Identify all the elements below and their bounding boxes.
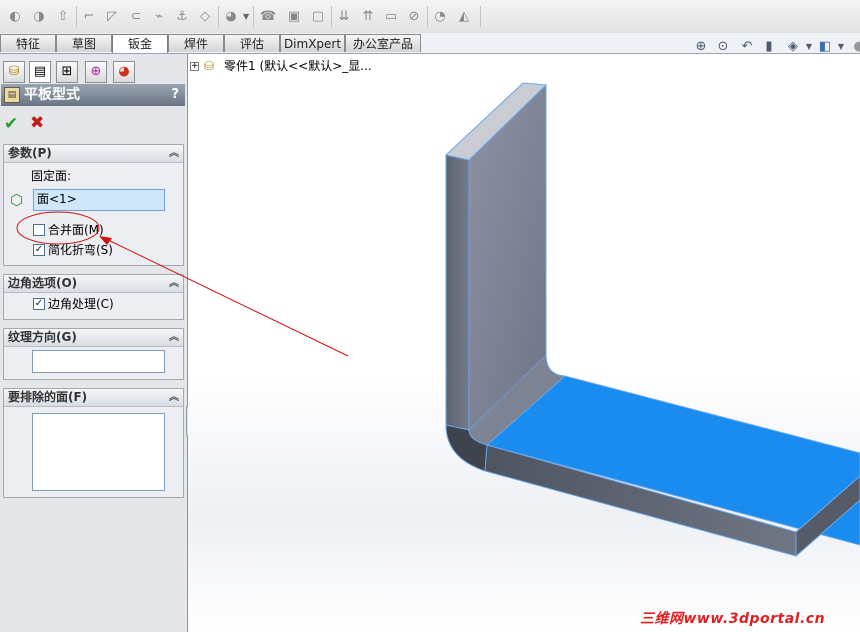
group-title: 边角选项(O)	[8, 276, 78, 290]
part-icon: ⛁	[204, 59, 215, 73]
toolbar-separator	[331, 6, 332, 27]
convert-icon[interactable]: ◭	[455, 8, 473, 25]
parameters-group: 参数(P) ︽ 固定面: ⬡ 面<1> 合并面(M) ✓ 简化折弯(S)	[3, 144, 184, 266]
chevron-down-icon[interactable]: ▼	[832, 38, 850, 56]
faces-to-exclude-list[interactable]	[32, 413, 165, 491]
no-bends-icon[interactable]: ▢	[309, 8, 327, 25]
insert-bends-icon[interactable]: ▣	[285, 8, 303, 25]
zoom-to-fit-icon[interactable]: ⊕	[692, 38, 710, 56]
sweep-icon[interactable]: ◐	[6, 8, 24, 25]
group-title: 纹理方向(G)	[8, 330, 77, 344]
flatten-icon[interactable]: ⇊	[335, 8, 353, 25]
corner-options-group: 边角选项(O) ︽ ✓ 边角处理(C)	[3, 274, 184, 320]
corner-options-group-header[interactable]: 边角选项(O) ︽	[4, 275, 183, 293]
watermark: 三维网www.3dportal.cn	[640, 611, 826, 627]
tab-features[interactable]: 特征	[0, 34, 56, 52]
previous-view-icon[interactable]: ↶	[738, 38, 756, 56]
property-manager-panel: ⛁ ▤ ⊞ ⊕ ◕ ▤ 平板型式 ? ✔ ✖ 参数(P) ︽ 固定面: ⬡ 面<…	[0, 54, 188, 632]
property-manager-icon[interactable]: ▤	[29, 61, 51, 83]
page-title: 平板型式	[24, 87, 80, 103]
hide-show-icon[interactable]: ●	[850, 38, 860, 56]
simplify-bends-label: 简化折弯(S)	[48, 243, 113, 257]
feature-manager-icon[interactable]: ⛁	[3, 61, 25, 83]
help-button[interactable]: ?	[171, 84, 179, 106]
part-name: 零件1 (默认<<默认>_显...	[224, 59, 372, 73]
configuration-manager-icon[interactable]: ⊞	[56, 61, 78, 83]
tab-sheet-metal[interactable]: 钣金	[112, 34, 168, 53]
faces-to-exclude-group: 要排除的面(F) ︽	[3, 388, 184, 498]
tab-weldments[interactable]: 焊件	[168, 34, 224, 52]
loft-icon[interactable]: ◑	[30, 8, 48, 25]
property-manager-title: ▤ 平板型式 ?	[1, 84, 185, 106]
toolbar-separator	[480, 6, 481, 27]
merge-faces-checkbox[interactable]	[33, 224, 45, 236]
chevron-up-icon[interactable]: ︽	[169, 275, 179, 292]
simplify-bends-checkbox[interactable]: ✓	[33, 244, 45, 256]
zoom-to-area-icon[interactable]: ⊙	[714, 38, 732, 56]
fixed-face-field[interactable]: 面<1>	[33, 189, 165, 211]
tab-evaluate[interactable]: 评估	[224, 34, 280, 52]
parameters-group-header[interactable]: 参数(P) ︽	[4, 145, 183, 163]
edge-flange-icon[interactable]: ⌐	[80, 8, 98, 25]
dimxpert-manager-icon[interactable]: ⊕	[85, 61, 107, 83]
rip-icon[interactable]: ☎	[259, 8, 277, 25]
jog-icon[interactable]: ⌁	[150, 8, 168, 25]
tab-sketch[interactable]: 草图	[56, 34, 112, 52]
sheetmetal-toolbar: ◐ ◑ ⇧ ⌐ ◸ ⊂ ⌁ ⚓ ◇ ◕ ▼ ☎ ▣ ▢ ⇊ ⇈ ▭ ⊘ ◔ ◭	[0, 0, 860, 34]
section-view-icon[interactable]: ▮	[760, 38, 778, 56]
hem-icon[interactable]: ⊂	[127, 8, 145, 25]
group-title: 参数(P)	[8, 146, 52, 160]
face-selection-icon: ⬡	[10, 191, 24, 209]
corner-treatment-label: 边角处理(C)	[48, 297, 114, 311]
forming-tool-icon[interactable]: ⊘	[405, 8, 423, 25]
fold-icon[interactable]: ▭	[382, 8, 400, 25]
graphics-area[interactable]	[188, 54, 860, 632]
closed-corner-icon[interactable]: ◕	[222, 8, 240, 25]
chevron-up-icon[interactable]: ︽	[169, 329, 179, 346]
group-title: 要排除的面(F)	[8, 390, 88, 404]
toolbar-separator	[218, 6, 219, 27]
toolbar-separator	[76, 6, 77, 27]
grain-direction-group-header[interactable]: 纹理方向(G) ︽	[4, 329, 183, 347]
sketched-bend-icon[interactable]: ⚓	[173, 8, 191, 25]
merge-faces-label: 合并面(M)	[48, 223, 104, 237]
toolbar-separator	[427, 6, 428, 27]
tab-office-products[interactable]: 办公室产品	[345, 34, 421, 52]
expand-icon[interactable]: +	[190, 62, 199, 71]
fixed-face-label: 固定面:	[31, 169, 72, 183]
faces-to-exclude-group-header[interactable]: 要排除的面(F) ︽	[4, 389, 183, 407]
toolbar-separator	[253, 6, 254, 27]
grain-direction-group: 纹理方向(G) ︽	[3, 328, 184, 380]
cancel-button[interactable]: ✖	[30, 113, 44, 133]
unfold-icon[interactable]: ⇈	[359, 8, 377, 25]
corner-treatment-checkbox[interactable]: ✓	[33, 298, 45, 310]
chevron-down-icon[interactable]: ▼	[243, 12, 249, 21]
tab-dimxpert[interactable]: DimXpert	[280, 34, 345, 52]
extrude-icon[interactable]: ⇧	[54, 8, 72, 25]
miter-flange-icon[interactable]: ◸	[103, 8, 121, 25]
grain-direction-field[interactable]	[32, 350, 165, 373]
manager-tabs: ⛁ ▤ ⊞ ⊕ ◕	[0, 58, 187, 83]
flat-pattern-icon: ▤	[4, 87, 20, 103]
display-manager-icon[interactable]: ◕	[113, 61, 135, 83]
chevron-up-icon[interactable]: ︽	[169, 389, 179, 406]
cross-break-icon[interactable]: ◇	[196, 8, 214, 25]
vent-icon[interactable]: ◔	[431, 8, 449, 25]
ok-button[interactable]: ✔	[4, 114, 18, 134]
chevron-up-icon[interactable]: ︽	[169, 145, 179, 162]
